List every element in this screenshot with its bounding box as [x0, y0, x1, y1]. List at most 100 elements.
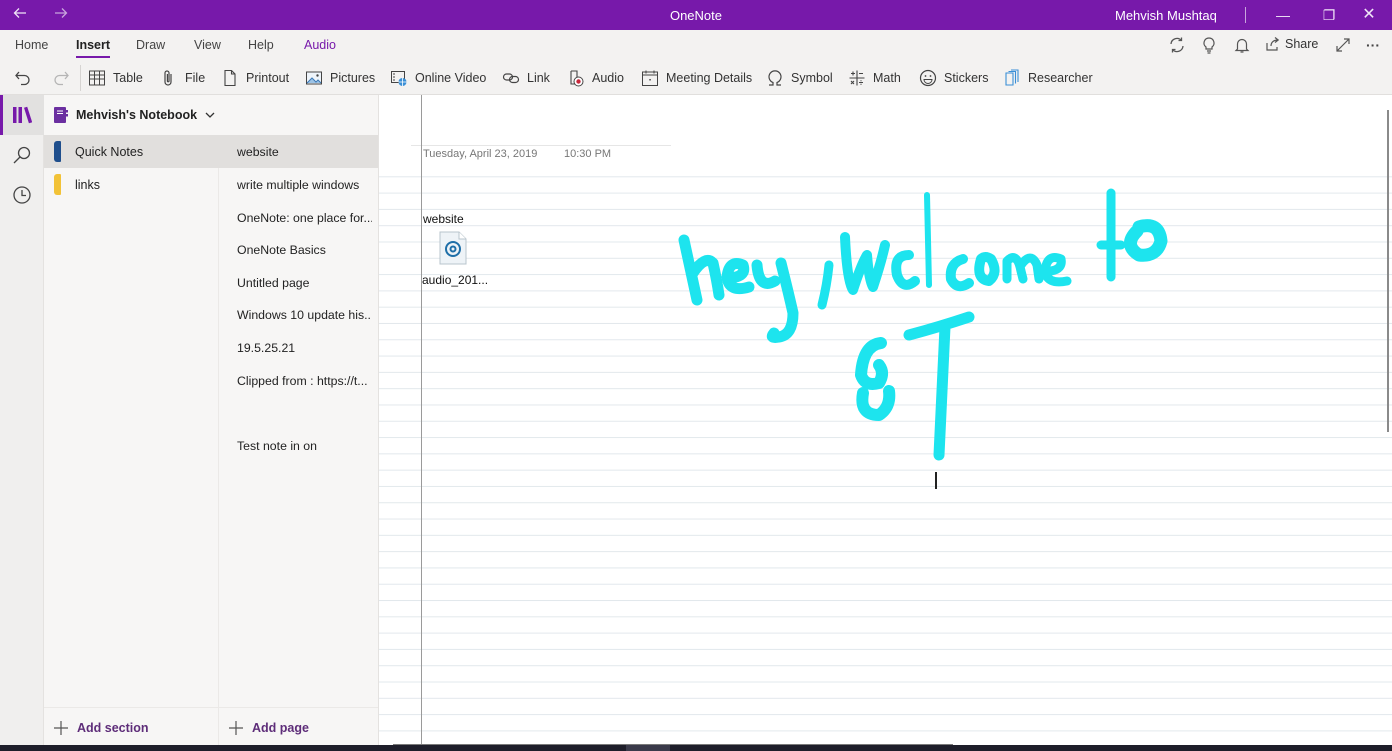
notifications-button[interactable]	[1232, 35, 1252, 55]
navigation-rail	[0, 95, 44, 745]
scroll-thumb[interactable]	[626, 745, 670, 751]
handwriting-ink[interactable]	[379, 95, 1392, 745]
back-button[interactable]	[9, 5, 31, 25]
audio-record-icon	[570, 70, 584, 87]
tab-insert[interactable]: Insert	[76, 38, 111, 58]
insert-pictures-button[interactable]: Pictures	[305, 65, 375, 91]
page-label: website	[237, 144, 279, 159]
forward-button[interactable]	[50, 5, 72, 25]
divider	[219, 707, 378, 708]
table-icon	[89, 70, 105, 86]
page-label: OneNote Basics	[237, 242, 326, 257]
omega-icon	[768, 70, 782, 86]
share-icon	[1266, 37, 1280, 51]
page-item[interactable]	[219, 396, 378, 429]
section-links[interactable]: links	[44, 168, 219, 201]
title-bar: OneNote Mehvish Mushtaq — ❐ ✕	[0, 0, 1392, 30]
ink-stroke	[903, 311, 975, 461]
undo-icon	[15, 71, 30, 86]
tab-help[interactable]: Help	[248, 38, 274, 52]
ribbon: Home Insert Draw View Help Audio Share ·…	[0, 30, 1392, 95]
account-name[interactable]: Mehvish Mushtaq	[1115, 8, 1217, 23]
taskbar-edge	[0, 745, 1392, 751]
meeting-details-button[interactable]: Meeting Details	[641, 65, 752, 91]
sync-button[interactable]	[1167, 35, 1187, 55]
minimize-button[interactable]: —	[1260, 0, 1306, 30]
page-label: OneNote: one place for...	[237, 210, 372, 225]
notebooks-icon	[13, 106, 32, 124]
add-page-label: Add page	[252, 720, 309, 735]
vertical-scrollbar[interactable]	[1387, 110, 1389, 432]
online-video-icon	[391, 71, 407, 86]
ink-stroke	[924, 192, 932, 288]
page-item[interactable]: Clipped from : https://t...	[219, 364, 378, 397]
stickers-button[interactable]: Stickers	[919, 65, 988, 91]
ink-stroke	[1124, 219, 1168, 262]
insert-audio-button[interactable]: Audio	[567, 65, 624, 91]
ribbon-tabs: Home Insert Draw View Help Audio Share ·…	[0, 30, 1392, 60]
math-button[interactable]: Math	[848, 65, 901, 91]
close-button[interactable]: ✕	[1346, 0, 1392, 30]
tab-audio[interactable]: Audio	[304, 38, 336, 52]
page-item[interactable]: OneNote Basics	[219, 233, 378, 266]
redo-icon	[54, 71, 69, 86]
page-canvas[interactable]: Tuesday, April 23, 2019 10:30 PM website…	[379, 95, 1392, 745]
insert-file-button[interactable]: File	[160, 65, 205, 91]
page-label: Untitled page	[237, 275, 310, 290]
researcher-label: Researcher	[1028, 71, 1093, 85]
page-item[interactable]: write multiple windows	[219, 168, 378, 201]
toolbar-divider	[80, 65, 81, 91]
add-page-button[interactable]: Add page	[228, 710, 309, 745]
add-section-button[interactable]: Add section	[53, 710, 149, 745]
insert-symbol-button[interactable]: Symbol	[766, 65, 833, 91]
researcher-button[interactable]: Researcher	[1003, 65, 1093, 91]
notebooks-button[interactable]	[0, 95, 44, 135]
stickers-label: Stickers	[944, 71, 989, 85]
page-item[interactable]: website	[219, 135, 378, 168]
undo-button[interactable]	[14, 65, 32, 91]
arrow-right-icon	[55, 8, 68, 18]
tab-draw[interactable]: Draw	[136, 38, 165, 52]
researcher-icon	[1005, 69, 1019, 86]
insert-table-button[interactable]: Table	[88, 65, 143, 91]
math-label: Math	[873, 71, 901, 85]
picture-icon	[306, 71, 322, 85]
insert-printout-button[interactable]: Printout	[221, 65, 289, 91]
page-item[interactable]: OneNote: one place for...	[219, 201, 378, 234]
page-item[interactable]: Untitled page	[219, 266, 378, 299]
insert-online-video-button[interactable]: Online Video	[390, 65, 486, 91]
audio-label: Audio	[592, 71, 624, 85]
tab-home[interactable]: Home	[15, 38, 48, 52]
page-item[interactable]: Windows 10 update his...	[219, 298, 378, 331]
section-color-tab	[54, 141, 61, 162]
more-options-button[interactable]: ···	[1366, 37, 1386, 57]
ink-stroke	[974, 252, 1000, 286]
tips-button[interactable]	[1199, 35, 1219, 55]
math-icon	[849, 70, 865, 86]
section-color-tab	[54, 174, 61, 195]
plus-icon	[54, 720, 68, 735]
link-label: Link	[527, 71, 550, 85]
ink-stroke	[945, 254, 974, 292]
search-button[interactable]	[0, 135, 44, 175]
ink-stroke	[751, 257, 799, 343]
page-item[interactable]: 19.5.25.21	[219, 331, 378, 364]
chevron-down-icon	[205, 112, 215, 118]
redo-button[interactable]	[52, 65, 70, 91]
section-label: Quick Notes	[75, 144, 144, 159]
insert-link-button[interactable]: Link	[502, 65, 550, 91]
tab-view[interactable]: View	[194, 38, 221, 52]
share-button[interactable]: Share	[1265, 36, 1318, 52]
ink-stroke	[678, 234, 725, 306]
ink-stroke	[1002, 253, 1044, 284]
table-label: Table	[113, 71, 143, 85]
section-quick-notes[interactable]: Quick Notes	[44, 135, 219, 168]
divider	[44, 707, 219, 708]
ink-stroke	[855, 337, 896, 421]
recent-notes-button[interactable]	[0, 175, 44, 215]
search-icon	[13, 146, 31, 164]
full-screen-button[interactable]	[1333, 35, 1353, 55]
meeting-details-label: Meeting Details	[666, 71, 753, 85]
ink-stroke	[1040, 253, 1072, 287]
page-item[interactable]: Test note in on	[219, 429, 378, 462]
